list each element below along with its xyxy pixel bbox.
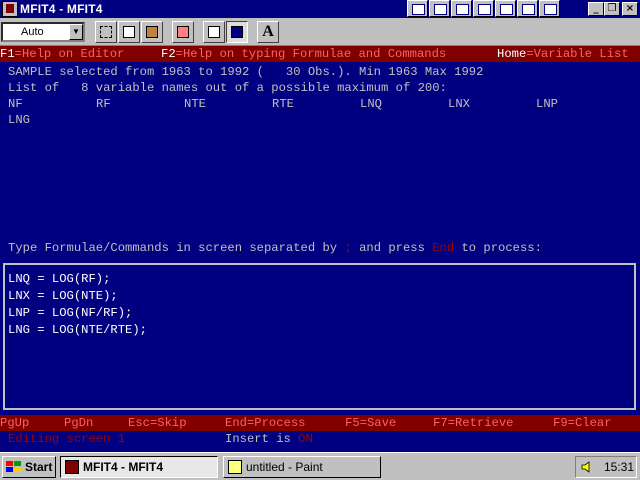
properties-button[interactable] — [203, 21, 225, 43]
mfit-app-icon — [65, 460, 79, 474]
paint-icon — [228, 460, 242, 474]
f9-clear-key[interactable]: F9=Clear — [553, 415, 612, 431]
minimize-button[interactable]: _ — [588, 2, 604, 16]
fullscreen-icon — [177, 26, 189, 38]
variable-name: LNG — [8, 113, 30, 127]
window-title: MFIT4 - MFIT4 — [20, 2, 103, 16]
home-variable-list[interactable]: Home=Variable List — [497, 46, 629, 62]
copy-icon — [123, 26, 135, 38]
schedule-icon[interactable] — [495, 0, 516, 17]
sample-info: SAMPLE selected from 1963 to 1992 ( 30 O… — [8, 65, 484, 79]
f7-retrieve-key[interactable]: F7=Retrieve — [433, 415, 513, 431]
taskbar: Start MFIT4 - MFIT4 untitled - Paint 15:… — [0, 452, 640, 480]
powerpoint-icon[interactable] — [451, 0, 472, 17]
office-shortcut-bar — [407, 0, 560, 18]
mark-button[interactable] — [95, 21, 117, 43]
variable-name: LNX — [448, 97, 470, 111]
pgup-key[interactable]: PgUp — [0, 415, 29, 431]
formula-line[interactable]: LNQ = LOG(RF); — [8, 271, 110, 288]
copy-button[interactable] — [118, 21, 140, 43]
title-bar[interactable]: MFIT4 - MFIT4 _ ❐ × — [0, 0, 640, 18]
esc-skip-key[interactable]: Esc=Skip — [128, 415, 187, 431]
paste-icon — [146, 26, 158, 38]
background-button[interactable] — [226, 21, 248, 43]
system-tray: 15:31 — [575, 456, 637, 478]
taskbar-item-mfit4[interactable]: MFIT4 - MFIT4 — [60, 456, 218, 478]
editing-screen-status: Editing screen 1 — [8, 432, 126, 446]
access-icon[interactable] — [473, 0, 494, 17]
variable-name: NF — [8, 97, 23, 111]
excel-icon[interactable] — [429, 0, 450, 17]
formula-line[interactable]: LNG = LOG(NTE/RTE); — [8, 322, 147, 339]
close-button[interactable]: × — [622, 2, 638, 16]
clock[interactable]: 15:31 — [604, 457, 634, 477]
variable-name: NTE — [184, 97, 206, 111]
paste-button[interactable] — [141, 21, 163, 43]
mark-icon — [100, 26, 112, 38]
variable-names-row: NF RF NTE RTE LNQ LNX LNP — [8, 96, 632, 112]
pgdn-key[interactable]: PgDn — [64, 415, 93, 431]
font-size-select[interactable]: Auto ▼ — [1, 22, 85, 42]
maximize-button[interactable]: ❐ — [604, 2, 620, 16]
start-button[interactable]: Start — [2, 456, 56, 478]
end-process-key[interactable]: End=Process — [225, 415, 305, 431]
chevron-down-icon[interactable]: ▼ — [69, 24, 83, 40]
f5-save-key[interactable]: F5=Save — [345, 415, 396, 431]
variable-name: LNP — [536, 97, 558, 111]
editor-key-bar: PgUp PgDn Esc=Skip End=Process F5=Save F… — [0, 415, 640, 431]
properties-icon — [208, 26, 220, 38]
font-size-value: Auto — [21, 26, 44, 38]
speaker-icon[interactable] — [581, 461, 593, 473]
variable-list-header: List of 8 variable names out of a possib… — [8, 81, 447, 95]
variable-name: RF — [96, 97, 111, 111]
f2-help-formulae[interactable]: F2=Help on typing Formulae and Commands — [161, 46, 446, 62]
formula-editor[interactable]: LNQ = LOG(RF); LNX = LOG(NTE); LNP = LOG… — [3, 263, 636, 410]
variable-name: RTE — [272, 97, 294, 111]
word-icon[interactable] — [407, 0, 428, 17]
background-icon — [231, 26, 243, 38]
function-key-bar: F1=Help on Editor F2=Help on typing Form… — [0, 46, 640, 62]
fullscreen-button[interactable] — [172, 21, 194, 43]
insert-mode-status: Insert is ON — [225, 432, 313, 446]
binder-icon[interactable] — [517, 0, 538, 17]
taskbar-item-paint[interactable]: untitled - Paint — [223, 456, 381, 478]
status-bar: Editing screen 1 Insert is ON — [0, 431, 640, 447]
toolbar: Auto ▼ A — [0, 18, 640, 46]
font-button[interactable]: A — [257, 21, 279, 43]
office-menu-icon[interactable] — [539, 0, 560, 17]
mfit-app-icon[interactable] — [2, 1, 18, 17]
formula-line[interactable]: LNX = LOG(NTE); — [8, 288, 118, 305]
windows-logo-icon — [6, 461, 22, 473]
command-prompt: Type Formulae/Commands in screen separat… — [8, 241, 542, 255]
f1-help-editor[interactable]: F1=Help on Editor — [0, 46, 124, 62]
variable-name: LNQ — [360, 97, 382, 111]
formula-line[interactable]: LNP = LOG(NF/RF); — [8, 305, 132, 322]
